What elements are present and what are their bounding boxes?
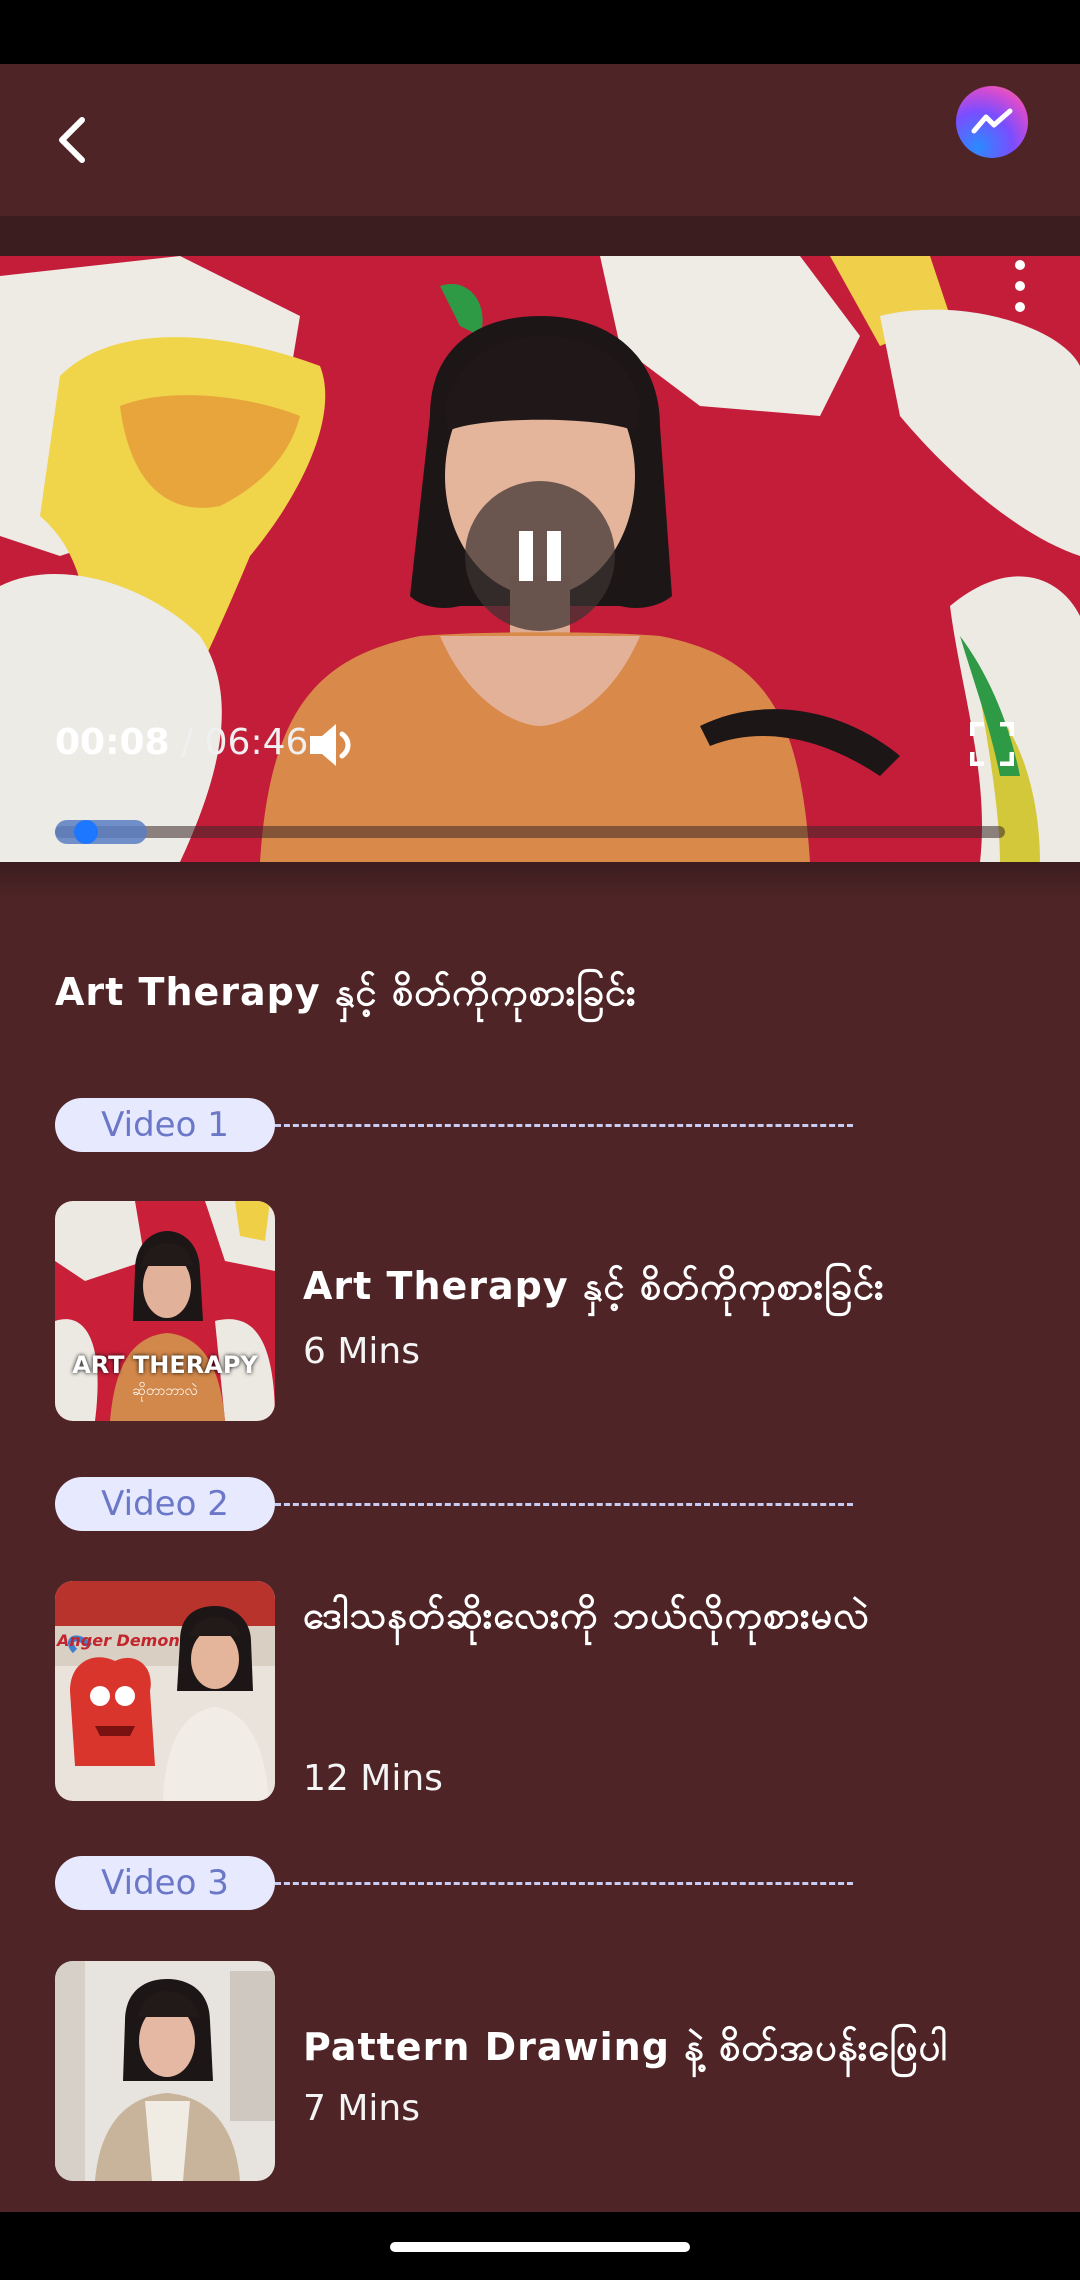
video-title-1: Art Therapy နှင့် စိတ်ကိုကုစားခြင်း [303,1264,885,1308]
messenger-icon [971,108,1013,134]
video-thumbnail-2: Anger Demon [55,1581,275,1801]
video-title-3: Pattern Drawing နဲ့ စိတ်အပန်းဖြေပါ [303,2025,948,2069]
section-divider [275,1882,853,1885]
messenger-button[interactable] [956,86,1028,158]
fullscreen-icon[interactable] [970,722,1014,766]
video-item-1[interactable]: ART THERAPY ဆိုတာဘာလဲ Art Therapy နှင့် … [55,1201,1025,1421]
video-duration-1: 6 Mins [303,1331,420,1372]
video-player[interactable]: 00:08 / 06:46 [0,256,1080,862]
video-duration-3: 7 Mins [303,2088,420,2129]
video-item-3[interactable]: Pattern Drawing နဲ့ စိတ်အပန်းဖြေပါ 7 Min… [55,1961,1025,2181]
time-display: 00:08 / 06:46 [55,722,308,763]
thumbnail-caption-1: ART THERAPY [72,1351,258,1379]
video-label-2: Video 2 [55,1477,275,1531]
time-separator: / [181,722,194,763]
seek-thumb[interactable] [73,820,98,844]
course-title: Art Therapy နှင့် စိတ်ကိုကုစားခြင်း [55,970,637,1014]
total-duration: 06:46 [204,722,309,763]
video-thumbnail-3 [55,1961,275,2181]
more-vertical-icon[interactable] [1008,260,1032,312]
navigation-bar [0,2212,1080,2280]
player-bottom-band [0,862,1080,898]
video-title-2: ဒေါသနတ်ဆိုးလေးကို ဘယ်လိုကုစားမလဲ [303,1593,870,1637]
video-thumbnail-1: ART THERAPY ဆိုတာဘာလဲ [55,1201,275,1421]
video-label-1: Video 1 [55,1098,275,1152]
section-divider [275,1124,853,1127]
seek-buffer [55,820,147,844]
pause-icon [519,531,561,581]
section-divider [275,1503,853,1506]
player-top-band [0,216,1080,256]
seek-bar[interactable] [55,820,1005,844]
home-gesture-handle[interactable] [390,2242,690,2252]
pause-button[interactable] [465,481,615,631]
video-item-2[interactable]: Anger Demon ဒေါသနတ်ဆိုးလေးကို ဘယ်လိုကုစာ… [55,1581,1025,1801]
back-button[interactable] [40,108,104,172]
video-duration-2: 12 Mins [303,1758,443,1799]
app-bar [0,64,1080,216]
current-time: 00:08 [55,722,170,763]
volume-icon[interactable] [306,718,360,772]
status-bar [0,0,1080,64]
seek-track [55,826,1005,838]
chevron-left-icon [59,117,85,163]
thumbnail-caption-2: Anger Demon [57,1631,180,1650]
thumbnail-subcaption-1: ဆိုတာဘာလဲ [132,1383,198,1399]
video-label-3: Video 3 [55,1856,275,1910]
